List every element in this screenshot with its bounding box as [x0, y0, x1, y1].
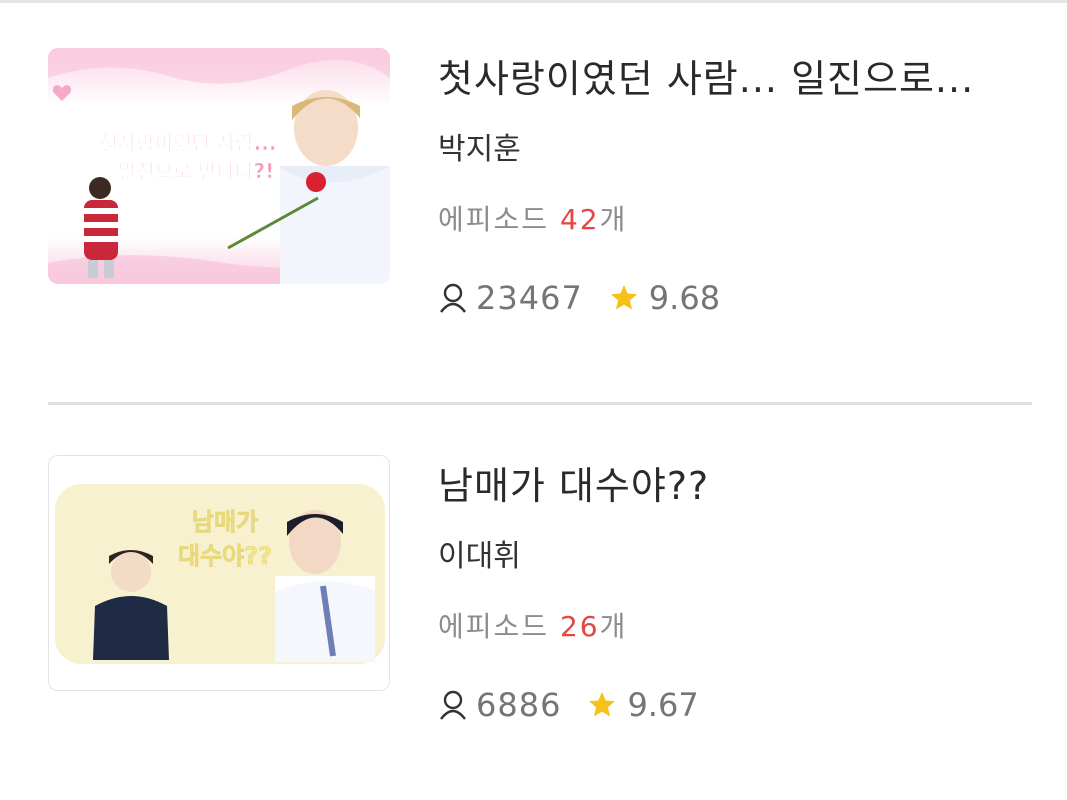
story-author: 이대휘 — [438, 539, 521, 574]
story-author: 박지훈 — [438, 132, 521, 167]
episode-suffix: 개 — [599, 203, 628, 236]
svg-text:첫사랑이였던 사람...: 첫사랑이였던 사람... — [100, 131, 277, 155]
story-thumbnail[interactable]: 첫사랑이였던 사람... 일진으로 만나다?! — [48, 48, 390, 284]
thumbnail-art: 첫사랑이였던 사람... 일진으로 만나다?! — [48, 48, 390, 284]
story-thumbnail[interactable]: 남매가 대수야?? — [48, 455, 390, 691]
thumbnail-art: 남매가 대수야?? — [49, 456, 389, 690]
svg-text:대수야??: 대수야?? — [178, 542, 272, 570]
episode-count: 에피소드 42개 — [438, 202, 1032, 238]
episode-suffix: 개 — [599, 610, 628, 643]
story-stats: 6886 9.67 — [438, 685, 1032, 725]
story-info: 첫사랑이였던 사람... 일진으로... 박지훈 에피소드 42개 23467 … — [438, 48, 1032, 318]
story-list-page: 첫사랑이였던 사람... 일진으로 만나다?! 첫사랑이였던 사람... 일진으… — [0, 0, 1067, 800]
episode-label: 에피소드 — [438, 610, 550, 643]
star-icon — [589, 691, 616, 717]
episode-count: 에피소드 26개 — [438, 609, 1032, 645]
star-icon — [610, 284, 637, 310]
episode-number: 42 — [559, 203, 600, 236]
story-title[interactable]: 첫사랑이였던 사람... 일진으로... — [438, 56, 1032, 102]
story-card[interactable]: 남매가 대수야?? 남매가 대수야?? 이대휘 에피소드 26개 6886 9.… — [48, 455, 1032, 725]
view-count: 6886 — [476, 686, 562, 724]
person-icon — [440, 283, 466, 313]
story-info: 남매가 대수야?? 이대휘 에피소드 26개 6886 9.67 — [438, 455, 1032, 725]
rating-value: 9.68 — [648, 279, 721, 317]
story-card[interactable]: 첫사랑이였던 사람... 일진으로 만나다?! 첫사랑이였던 사람... 일진으… — [48, 48, 1032, 318]
svg-text:일진으로 만나다?!: 일진으로 만나다?! — [118, 159, 275, 183]
episode-label: 에피소드 — [438, 203, 550, 236]
view-count: 23467 — [476, 279, 583, 317]
episode-number: 26 — [559, 610, 600, 643]
story-stats: 23467 9.68 — [438, 278, 1032, 318]
person-icon — [440, 690, 466, 720]
top-divider — [0, 0, 1067, 3]
list-divider — [48, 402, 1032, 405]
story-title[interactable]: 남매가 대수야?? — [438, 463, 1032, 509]
svg-text:남매가: 남매가 — [192, 508, 258, 536]
rating-value: 9.67 — [627, 686, 699, 724]
